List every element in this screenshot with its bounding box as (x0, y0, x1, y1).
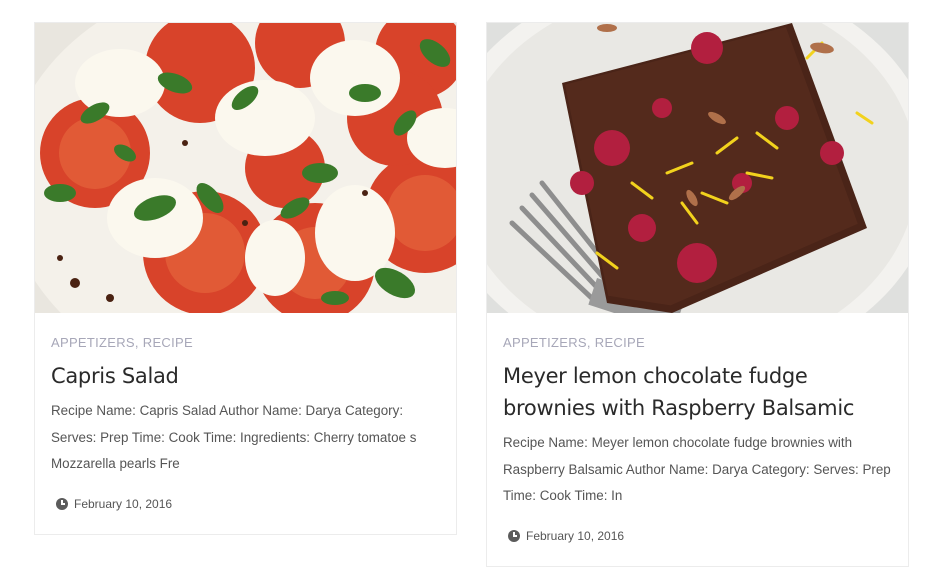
post-excerpt: Recipe Name: Meyer lemon chocolate fudge… (503, 435, 891, 503)
caprese-salad-image (35, 23, 456, 313)
clock-icon (508, 529, 520, 542)
post-title[interactable]: Capris Salad (51, 360, 440, 392)
post-date: February 10, 2016 (74, 496, 173, 511)
category-separator: , (134, 335, 143, 350)
post-card: APPETIZERS, RECIPE Capris Salad Recipe N… (34, 22, 457, 535)
post-meta: February 10, 2016 (508, 529, 892, 543)
post-thumbnail-link[interactable] (35, 23, 456, 313)
post-card: APPETIZERS, RECIPE Meyer lemon chocolate… (486, 22, 909, 567)
brownie-image (487, 23, 908, 313)
clock-icon (56, 497, 68, 510)
category-link[interactable]: RECIPE (143, 335, 193, 350)
category-link[interactable]: APPETIZERS (51, 335, 135, 350)
post-thumbnail-link[interactable] (487, 23, 908, 313)
post-title[interactable]: Meyer lemon chocolate fudge brownies wit… (503, 360, 892, 424)
post-categories: APPETIZERS, RECIPE (503, 334, 892, 352)
post-date: February 10, 2016 (526, 528, 625, 543)
category-link[interactable]: APPETIZERS (503, 335, 587, 350)
category-link[interactable]: RECIPE (595, 335, 645, 350)
post-meta: February 10, 2016 (56, 497, 440, 511)
post-categories: APPETIZERS, RECIPE (51, 334, 440, 352)
category-separator: , (586, 335, 595, 350)
post-excerpt: Recipe Name: Capris Salad Author Name: D… (51, 403, 417, 471)
